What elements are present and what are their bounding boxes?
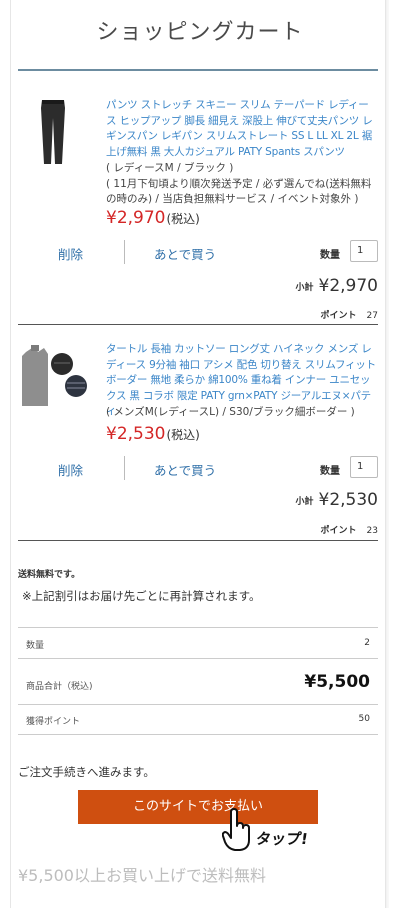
summary-points-label: 獲得ポイント (26, 717, 81, 727)
save-for-later-button[interactable]: あとで買う (154, 460, 216, 479)
tap-hint-text: タップ! (254, 830, 310, 848)
delete-button[interactable]: 削除 (58, 460, 83, 479)
summary-total-label: 商品合計（税込) (26, 682, 93, 692)
summary-points-row: 獲得ポイント 50 (18, 704, 378, 735)
product-name-link[interactable]: パンツ ストレッチ スキニー スリム テーパード レディース ヒップアップ 脚長… (106, 98, 378, 160)
item-divider (18, 540, 378, 541)
save-for-later-button[interactable]: あとで買う (154, 244, 216, 263)
cart-item-2: タートル 長袖 カットソー ロング丈 ハイネック メンズ レディース 9分袖 袖… (18, 334, 378, 544)
tax-label: (税込) (166, 428, 200, 442)
recalc-note: ※上記割引はお届け先ごとに再計算されます。 (22, 589, 261, 603)
quantity-input[interactable]: 1 (350, 456, 378, 478)
summary-points-value: 50 (358, 714, 370, 724)
product-spec-notes: ( 11月下旬頃より順次発送予定 / 必ず選んでね(送料無料の時のみ) / 当店… (106, 178, 372, 205)
summary-divider (18, 734, 378, 735)
item-points: ポイント 23 (321, 523, 378, 536)
item-subtotal: 小計 ¥2,530 (296, 490, 379, 510)
points-value: 27 (366, 311, 378, 321)
free-shipping-promo: ¥5,500以上お買い上げで送料無料 (18, 866, 266, 885)
product-spec-variant: ( メンズM(レディースL) / S30/ブラック細ボーダー ) (106, 406, 355, 418)
points-label: ポイント (320, 311, 357, 321)
item-actions: 削除 あとで買う 数量 1 (18, 240, 378, 266)
subtotal-label: 小計 (295, 497, 314, 507)
points-label: ポイント (320, 526, 357, 536)
summary-quantity-row: 数量 2 (18, 627, 378, 658)
summary-total-value: ¥5,500 (304, 672, 370, 692)
action-divider (124, 240, 125, 264)
subtotal-value: ¥2,970 (318, 276, 378, 296)
title-divider (18, 69, 378, 71)
cart-item-1: パンツ ストレッチ スキニー スリム テーパード レディース ヒップアップ 脚長… (18, 90, 379, 321)
product-spec-variant: ( レディースM / ブラック ) (106, 162, 234, 174)
points-value: 23 (366, 526, 378, 536)
item-actions: 削除 あとで買う 数量 1 (18, 456, 378, 482)
product-image-turtleneck[interactable] (18, 342, 88, 412)
pointing-hand-icon (222, 808, 250, 851)
quantity-label: 数量 (320, 466, 340, 477)
product-price: ¥2,530(税込) (106, 424, 200, 444)
quantity-label: 数量 (320, 250, 340, 261)
page-title: ショッピングカート (96, 20, 304, 45)
item-subtotal: 小計 ¥2,970 (296, 276, 379, 296)
price-value: ¥2,970 (106, 208, 166, 228)
item-divider (18, 324, 378, 325)
product-price: ¥2,970(税込) (106, 208, 200, 228)
price-value: ¥2,530 (106, 424, 166, 444)
free-shipping-note: 送料無料です。 (18, 570, 81, 580)
summary-qty-label: 数量 (26, 641, 45, 651)
action-divider (124, 456, 125, 480)
subtotal-label: 小計 (295, 283, 314, 293)
quantity-input[interactable]: 1 (350, 240, 378, 262)
summary-qty-value: 2 (364, 638, 370, 648)
product-image-pants[interactable] (18, 98, 88, 168)
frame-right-shadow (386, 0, 389, 908)
tax-label: (税込) (166, 212, 200, 226)
proceed-text: ご注文手続きへ進みます。 (18, 765, 155, 779)
pay-on-this-site-button[interactable]: このサイトでお支払い (78, 790, 318, 824)
item-points: ポイント 27 (321, 308, 378, 321)
summary-total-row: 商品合計（税込) ¥5,500 (18, 658, 378, 705)
delete-button[interactable]: 削除 (58, 244, 83, 263)
frame-left-border (10, 0, 11, 908)
subtotal-value: ¥2,530 (318, 490, 378, 510)
